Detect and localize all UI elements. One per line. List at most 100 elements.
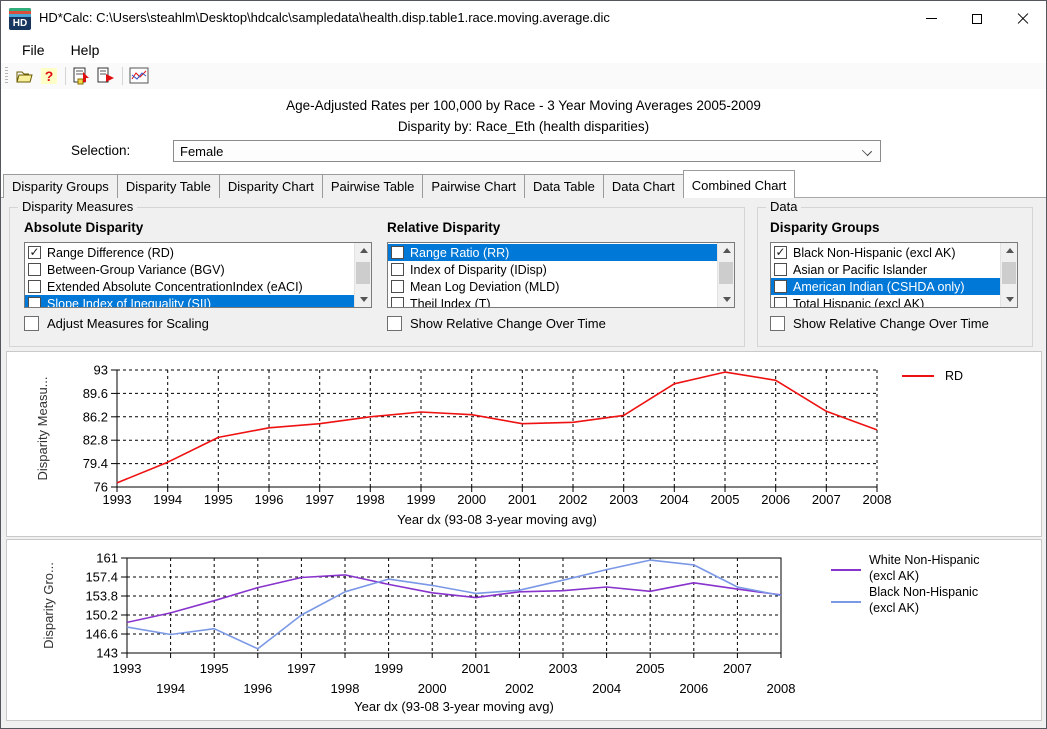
unchecked-checkbox-icon[interactable] (774, 263, 787, 276)
tab-disparity-table[interactable]: Disparity Table (117, 174, 220, 198)
x-tick-label: 1999 (407, 492, 436, 507)
scroll-up-icon[interactable] (1001, 243, 1018, 258)
chart-settings-button[interactable] (128, 65, 150, 87)
disparity-measures-chart: 7679.482.886.289.69319931994199519961997… (6, 351, 1042, 537)
checkbox-box[interactable] (387, 316, 402, 331)
menu-help[interactable]: Help (58, 39, 113, 61)
scrollbar[interactable] (354, 243, 371, 307)
unchecked-checkbox-icon[interactable] (774, 280, 787, 293)
y-tick-label: 153.8 (85, 589, 118, 604)
chart-icon (129, 67, 149, 85)
listbox-item[interactable]: Index of Disparity (IDisp) (388, 261, 717, 278)
tab-pairwise-table[interactable]: Pairwise Table (322, 174, 424, 198)
scroll-thumb[interactable] (1002, 262, 1016, 284)
checked-checkbox-icon[interactable]: ✓ (28, 246, 41, 259)
listbox-item[interactable]: ✓Black Non-Hispanic (excl AK) (771, 244, 1000, 261)
menu-file[interactable]: File (9, 39, 58, 61)
absolute-disparity-listbox: ✓Range Difference (RD) Between-Group Vari… (24, 242, 372, 308)
scroll-down-icon[interactable] (718, 292, 735, 307)
copy-chart-button[interactable] (71, 65, 93, 87)
tab-disparity-chart[interactable]: Disparity Chart (219, 174, 323, 198)
listbox-item[interactable]: Total Hispanic (excl AK) (771, 295, 1000, 308)
scrollbar[interactable] (717, 243, 734, 307)
scroll-thumb[interactable] (719, 262, 733, 284)
scrollbar[interactable] (1000, 243, 1017, 307)
tab-pairwise-chart[interactable]: Pairwise Chart (422, 174, 525, 198)
help-button[interactable]: ? (38, 65, 60, 87)
export-data-button[interactable] (95, 65, 117, 87)
selection-dropdown[interactable]: Female (173, 140, 881, 162)
listbox-item[interactable]: American Indian (CSHDA only) (771, 278, 1000, 295)
checkbox-box[interactable] (24, 316, 39, 331)
listbox-item-label: Theil Index (T) (410, 297, 491, 309)
maximize-button[interactable] (954, 1, 1000, 36)
scroll-down-icon[interactable] (355, 292, 372, 307)
x-tick-label: 2001 (508, 492, 537, 507)
unchecked-checkbox-icon[interactable] (391, 263, 404, 276)
disparity-groups-listbox: ✓Black Non-Hispanic (excl AK) Asian or Pa… (770, 242, 1018, 308)
x-tick-label: 1993 (113, 661, 142, 676)
checkbox-box[interactable] (770, 316, 785, 331)
series-line (127, 560, 781, 649)
listbox-item-label: Mean Log Deviation (MLD) (410, 280, 559, 294)
scroll-thumb[interactable] (356, 262, 370, 284)
unchecked-checkbox-icon[interactable] (28, 297, 41, 308)
unchecked-checkbox-icon[interactable] (391, 246, 404, 259)
unchecked-checkbox-icon[interactable] (28, 263, 41, 276)
scroll-up-icon[interactable] (355, 243, 372, 258)
unchecked-checkbox-icon[interactable] (28, 280, 41, 293)
y-tick-label: 161 (96, 551, 118, 566)
listbox-item-label: Range Ratio (RR) (410, 246, 509, 260)
copy-chart-icon (72, 67, 92, 85)
x-tick-label: 1996 (243, 681, 272, 696)
scroll-down-icon[interactable] (1001, 292, 1018, 307)
tab-disparity-groups[interactable]: Disparity Groups (3, 174, 118, 198)
listbox-item-label: Extended Absolute ConcentrationIndex (eA… (47, 280, 303, 294)
listbox-item[interactable]: ✓Range Difference (RD) (25, 244, 354, 261)
tab-data-chart[interactable]: Data Chart (603, 174, 684, 198)
show-relative-change-checkbox[interactable]: Show Relative Change Over Time (387, 316, 606, 331)
listbox-item[interactable]: Range Ratio (RR) (388, 244, 717, 261)
scroll-up-icon[interactable] (718, 243, 735, 258)
checked-checkbox-icon[interactable]: ✓ (774, 246, 787, 259)
chart-svg: 7679.482.886.289.69319931994199519961997… (7, 352, 1041, 536)
maximize-icon (972, 14, 982, 24)
listbox-item[interactable]: Asian or Pacific Islander (771, 261, 1000, 278)
close-icon (1017, 13, 1029, 25)
x-tick-label: 1994 (156, 681, 185, 696)
export-data-icon (96, 67, 116, 85)
x-tick-label: 2008 (767, 681, 796, 696)
unchecked-checkbox-icon[interactable] (391, 297, 404, 308)
y-tick-label: 150.2 (85, 608, 118, 623)
x-tick-label: 1999 (374, 661, 403, 676)
chevron-down-icon (862, 146, 872, 156)
listbox-item[interactable]: Slope Index of Inequality (SII) (25, 295, 354, 308)
unchecked-checkbox-icon[interactable] (774, 297, 787, 308)
adjust-measures-checkbox[interactable]: Adjust Measures for Scaling (24, 316, 209, 331)
x-tick-label: 2002 (559, 492, 588, 507)
x-tick-label: 1998 (331, 681, 360, 696)
app-window: HD HD*Calc: C:\Users\steahlm\Desktop\hdc… (0, 0, 1047, 729)
listbox-item[interactable]: Mean Log Deviation (MLD) (388, 278, 717, 295)
x-tick-label: 2000 (457, 492, 486, 507)
data-show-relative-change-checkbox[interactable]: Show Relative Change Over Time (770, 316, 989, 331)
listbox-item[interactable]: Extended Absolute ConcentrationIndex (eA… (25, 278, 354, 295)
menu-bar: File Help (1, 37, 1046, 63)
x-tick-label: 2000 (418, 681, 447, 696)
listbox-item[interactable]: Theil Index (T) (388, 295, 717, 308)
x-tick-label: 2003 (549, 661, 578, 676)
selection-label: Selection: (71, 143, 130, 158)
disparity-groups-title: Disparity Groups (770, 220, 880, 235)
close-button[interactable] (1000, 1, 1046, 36)
listbox-item-label: Asian or Pacific Islander (793, 263, 927, 277)
toolbar-gripper (5, 67, 8, 85)
absolute-disparity-title: Absolute Disparity (24, 220, 143, 235)
listbox-item[interactable]: Between-Group Variance (BGV) (25, 261, 354, 278)
unchecked-checkbox-icon[interactable] (391, 280, 404, 293)
y-tick-label: 146.6 (85, 627, 118, 642)
tab-combined-chart[interactable]: Combined Chart (683, 170, 796, 198)
minimize-button[interactable] (908, 1, 954, 36)
tab-data-table[interactable]: Data Table (524, 174, 604, 198)
open-file-button[interactable] (14, 65, 36, 87)
listbox-item-label: Between-Group Variance (BGV) (47, 263, 225, 277)
